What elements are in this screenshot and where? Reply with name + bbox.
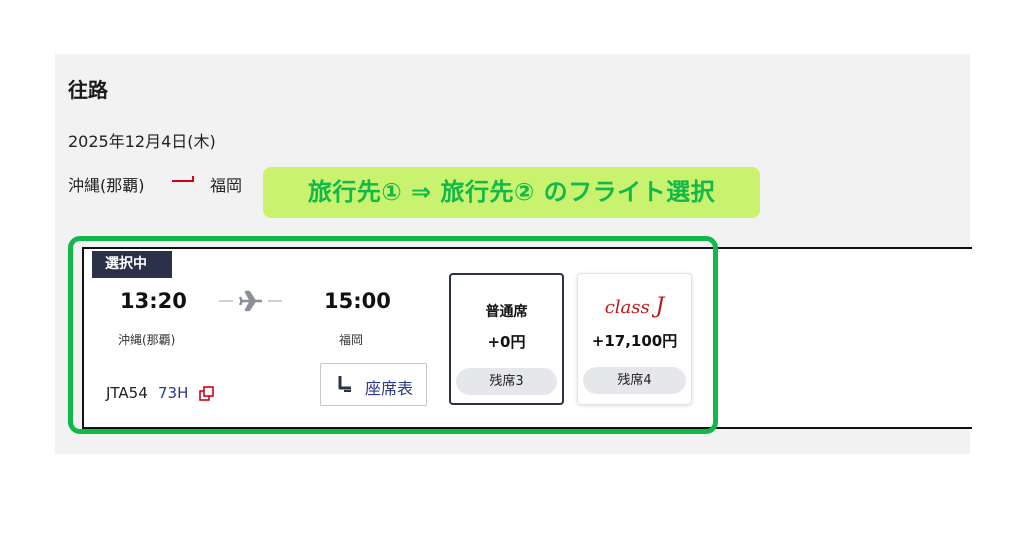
instruction-callout: 旅行先① ⇒ 旅行先② のフライト選択 <box>263 167 760 218</box>
route-to: 福岡 <box>210 176 243 195</box>
travel-date: 2025年12月4日(木) <box>68 132 216 151</box>
highlight-frame <box>68 236 718 434</box>
outbound-title: 往路 <box>68 78 108 102</box>
route-from: 沖縄(那覇) <box>68 176 145 195</box>
route-arrow-icon <box>172 176 194 182</box>
